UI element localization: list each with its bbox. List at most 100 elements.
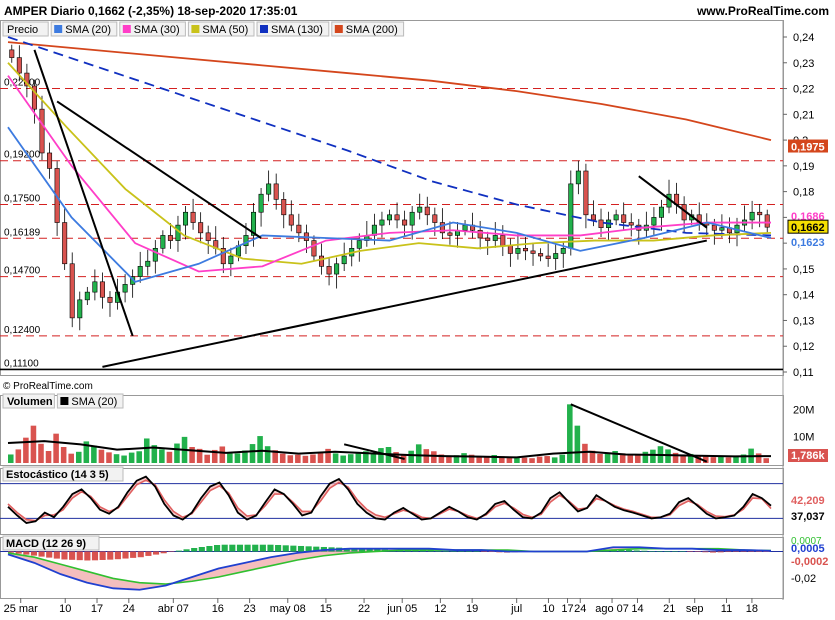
candle-up [84,291,90,301]
candle-up [409,211,415,226]
candle-down [167,235,173,241]
value-tag-text: 0,1662 [791,222,825,234]
candle-down [507,245,513,254]
macd-histogram-bar [214,545,221,552]
macd-histogram-bar [137,551,144,558]
price-axis-tick: 0,12 [793,341,814,353]
candle-down [711,224,717,231]
macd-histogram-bar [282,545,289,552]
candle-down [621,214,627,223]
candle-down [583,170,589,216]
macd-histogram-bar [641,550,648,552]
volume-bar [529,458,535,463]
macd-histogram-bar [160,551,167,554]
candle-down [628,222,634,226]
candle-down [522,248,528,252]
chart-svg[interactable]: 0,240,230,220,210,20,190,180,170,160,150… [0,0,835,620]
stochastic-last-k: 42,209 [791,495,825,507]
volume-bar [755,453,762,463]
copyright-label: © ProRealTime.com [3,381,93,392]
macd-histogram-bar [99,551,106,560]
macd-histogram-bar [91,551,99,561]
candle-down [9,49,15,58]
candle-up [77,299,83,319]
volume-bar [551,457,558,463]
macd-histogram-bar [717,551,724,553]
x-axis-tick: 10 [59,603,71,615]
price-axis-tick: 0,14 [793,290,814,302]
price-axis-tick: 0,19 [793,161,814,173]
price-axis-tick: 0,15 [793,264,814,276]
volume-bar [30,425,37,463]
x-axis-tick: ago 07 [595,603,629,615]
legend-swatch [260,25,268,33]
volume-bar [219,446,226,463]
candle-up [560,248,566,254]
volume-bar [650,449,656,463]
macd-histogram-bar [656,551,663,552]
macd-histogram-bar [84,551,91,561]
legend-label: SMA (20) [65,24,111,36]
macd-histogram-bar [23,551,30,555]
macd-histogram-bar [61,551,68,560]
volume-bar [310,454,316,463]
macd-last-3: -0,0002 [791,556,828,568]
macd-histogram-bar [168,551,175,552]
volume-bar [725,457,732,463]
volume-bar [347,454,354,463]
x-axis-tick: 22 [358,603,370,615]
candle-down [545,255,551,259]
candle-down [205,232,211,241]
candle-down [69,263,75,319]
candle-up [719,227,725,231]
legend-label: SMA (130) [271,24,323,36]
candle-up [651,217,657,226]
macd-histogram-bar [626,550,633,552]
macd-histogram-bar [465,551,472,552]
volume-bar [574,425,581,463]
candle-up [92,281,98,293]
candle-up [266,183,272,195]
macd-histogram-bar [114,551,121,560]
candle-up [658,206,664,218]
macd-histogram-bar [450,551,457,552]
volume-bar [128,452,135,463]
candle-up [160,235,166,249]
candle-up [417,206,423,213]
macd-histogram-bar [229,544,236,552]
macd-histogram-bar [702,551,709,553]
macd-histogram-bar [755,551,762,552]
macd-histogram-bar [252,544,259,552]
candle-down [500,235,506,247]
candle-down [757,211,763,216]
volume-bar [317,452,324,463]
macd-last-2: 0,0005 [791,543,825,555]
x-axis-tick: 15 [320,603,332,615]
candle-down [319,255,325,267]
candle-down [107,296,113,303]
candle-up [515,248,521,254]
volume-bar [559,454,566,463]
macd-histogram-bar [15,551,22,554]
stochastic-legend-label: Estocástico (14 3 5) [6,469,109,481]
volume-bar [113,454,120,463]
macd-histogram-bar [244,544,251,552]
macd-histogram-bar [709,551,717,553]
macd-histogram-bar [725,551,732,553]
level-label: 0,17500 [4,194,41,205]
volume-bar [98,449,105,463]
volume-bar [544,456,550,463]
volume-bar [483,457,490,463]
candle-down [311,240,317,257]
candle-down [62,222,68,265]
volume-bar [536,456,543,463]
macd-histogram-bar [732,551,739,552]
candle-down [598,219,604,228]
volume-bar [121,455,127,463]
macd-histogram-bar [221,544,228,552]
macd-histogram-bar [122,551,129,559]
candle-down [99,281,105,298]
macd-histogram-bar [664,551,671,552]
volume-bar [136,451,142,463]
candle-up [152,248,158,262]
